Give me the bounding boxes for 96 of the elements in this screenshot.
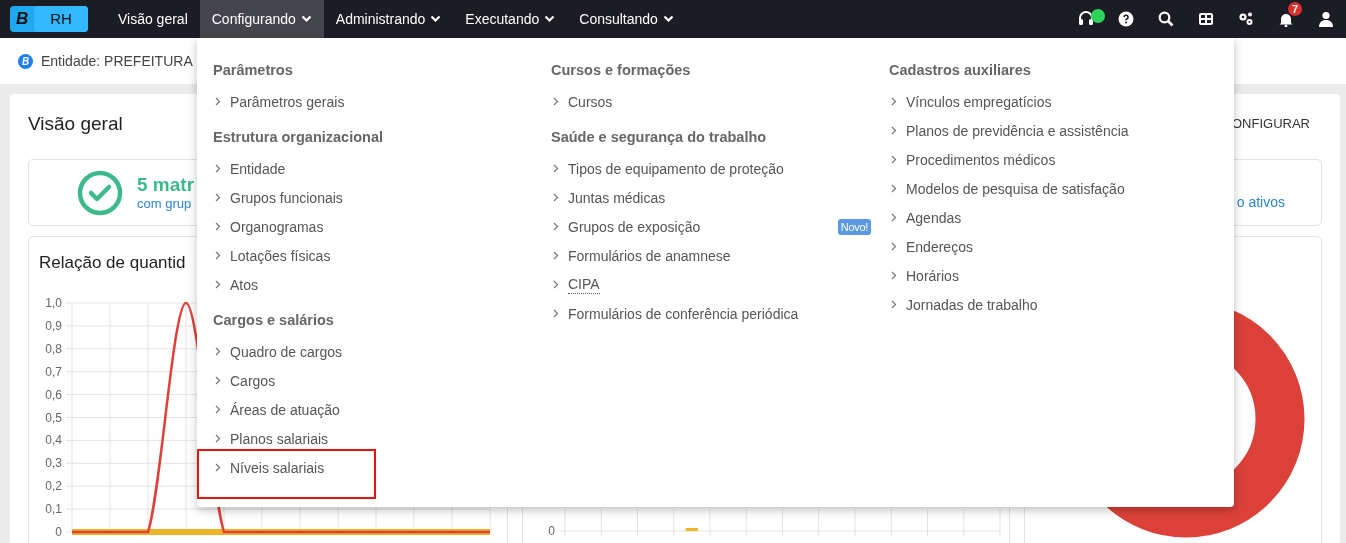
menu-item[interactable]: Planos de previdência e assistência: [889, 120, 1129, 141]
menu-item[interactable]: Modelos de pesquisa de satisfação: [889, 178, 1125, 199]
menu-item[interactable]: Juntas médicas: [551, 187, 666, 208]
chevron-right-icon: [215, 97, 221, 106]
new-badge: Novo!: [837, 218, 871, 235]
chevron-right-icon: [553, 193, 559, 202]
gears-icon: [1238, 11, 1254, 27]
chart-bar: [685, 528, 699, 531]
menu-item[interactable]: Endereços: [889, 236, 973, 257]
chevron-right-icon: [553, 97, 559, 106]
chevron-right-icon: [215, 280, 221, 289]
menu-section-heading: Saúde e segurança do trabalho: [551, 128, 768, 147]
nav-menu-item[interactable]: Visão geral: [105, 0, 200, 38]
search-icon: [1158, 11, 1174, 27]
menu-item[interactable]: Lotações físicas: [213, 245, 331, 266]
chevron-right-icon: [215, 405, 221, 414]
chevron-right-icon: [891, 126, 897, 135]
chevron-right-icon: [553, 309, 559, 318]
menu-section-heading: Cargos e salários: [213, 311, 335, 330]
chevron-right-icon: [215, 463, 221, 472]
user-icon: [1318, 11, 1334, 27]
product-name: RH: [34, 6, 88, 32]
menu-item[interactable]: Áreas de atuação: [213, 399, 340, 420]
menu-item[interactable]: Formulários de anamnese: [551, 245, 731, 266]
headset-icon: [1078, 11, 1094, 27]
menu-item[interactable]: Entidade: [213, 158, 286, 179]
axis-tick-label: 0,2: [45, 479, 62, 494]
chevron-right-icon: [553, 280, 559, 289]
chevron-right-icon: [215, 376, 221, 385]
help-icon: [1118, 11, 1134, 27]
nav-menu-item[interactable]: Executando: [453, 0, 568, 38]
menu-section-heading: Cursos e formações: [551, 61, 692, 80]
chevron-right-icon: [215, 434, 221, 443]
menu-item[interactable]: Horários: [889, 265, 959, 286]
menu-section-heading: Parâmetros: [213, 61, 294, 80]
axis-tick-label: 0,5: [45, 410, 62, 425]
menu-item[interactable]: Níveis salariais: [213, 457, 325, 478]
menu-item[interactable]: Planos salariais: [213, 428, 329, 449]
chevron-right-icon: [891, 242, 897, 251]
menu-item[interactable]: Grupos funcionais: [213, 187, 343, 208]
menu-item[interactable]: Vínculos empregatícios: [889, 91, 1052, 112]
chevron-right-icon: [891, 97, 897, 106]
summary-count: 5 matr: [137, 174, 195, 196]
axis-tick-label: 0: [55, 525, 62, 539]
summary-link[interactable]: com grup: [137, 196, 195, 211]
menu-section-heading: Estrutura organizacional: [213, 128, 384, 147]
bell-button[interactable]: 7: [1266, 0, 1306, 38]
axis-tick-label: 0,4: [45, 433, 62, 448]
menu-item[interactable]: Grupos de exposição: [551, 216, 701, 237]
chevron-right-icon: [215, 164, 221, 173]
menu-item[interactable]: Procedimentos médicos: [889, 149, 1056, 170]
menu-item[interactable]: Agendas: [889, 207, 962, 228]
axis-tick-label: 0,3: [45, 456, 62, 471]
chevron-right-icon: [891, 271, 897, 280]
axis-tick-label: 0,9: [45, 318, 62, 333]
bell-icon: [1278, 11, 1294, 27]
axis-tick-label: 0,6: [45, 387, 62, 402]
grid-icon: [1198, 11, 1214, 27]
entity-logo-icon: B: [18, 53, 33, 69]
axis-tick-label: 0,1: [45, 502, 62, 517]
chevron-right-icon: [553, 251, 559, 260]
axis-tick-label: 0,7: [45, 364, 62, 379]
chevron-right-icon: [215, 251, 221, 260]
menu-item[interactable]: Organogramas: [213, 216, 324, 237]
check-circle-icon: [77, 169, 123, 216]
menu-item[interactable]: Quadro de cargos: [213, 341, 343, 362]
page-title: Visão geral: [28, 112, 123, 135]
chevron-right-icon: [891, 155, 897, 164]
nav-menu-item[interactable]: Administrando: [323, 0, 454, 38]
chevron-right-icon: [215, 347, 221, 356]
active-link[interactable]: o ativos: [1236, 193, 1285, 210]
menu-item[interactable]: Cargos: [213, 370, 276, 391]
menu-item[interactable]: Atos: [213, 274, 258, 295]
chevron-right-icon: [553, 222, 559, 231]
chevron-right-icon: [215, 222, 221, 231]
chart-title: Relação de quantid: [39, 253, 186, 273]
chevron-right-icon: [891, 213, 897, 222]
nav-menu-item[interactable]: Configurando: [199, 0, 324, 38]
nav-menu-item[interactable]: Consultando: [567, 0, 686, 38]
menu-section-heading: Cadastros auxiliares: [889, 61, 1032, 80]
menu-item[interactable]: Parâmetros gerais: [213, 91, 345, 112]
chevron-right-icon: [553, 164, 559, 173]
notification-badge: 7: [1288, 2, 1303, 16]
menu-item[interactable]: Jornadas de trabalho: [889, 294, 1038, 315]
menu-item[interactable]: CIPA: [551, 274, 600, 295]
menu-item[interactable]: Formulários de conferência periódica: [551, 303, 799, 324]
axis-tick-label: 0: [548, 524, 555, 538]
menu-item[interactable]: Tipos de equipamento de proteção: [551, 158, 784, 179]
configure-link[interactable]: ONFIGURAR: [1232, 116, 1310, 131]
menu-item[interactable]: Cursos: [551, 91, 613, 112]
chevron-right-icon: [891, 184, 897, 193]
chevron-right-icon: [891, 300, 897, 309]
entity-label: Entidade: PREFEITURA: [41, 53, 193, 69]
axis-tick-label: 0,8: [45, 341, 62, 356]
chevron-right-icon: [215, 193, 221, 202]
axis-tick-label: 1,0: [45, 296, 62, 310]
